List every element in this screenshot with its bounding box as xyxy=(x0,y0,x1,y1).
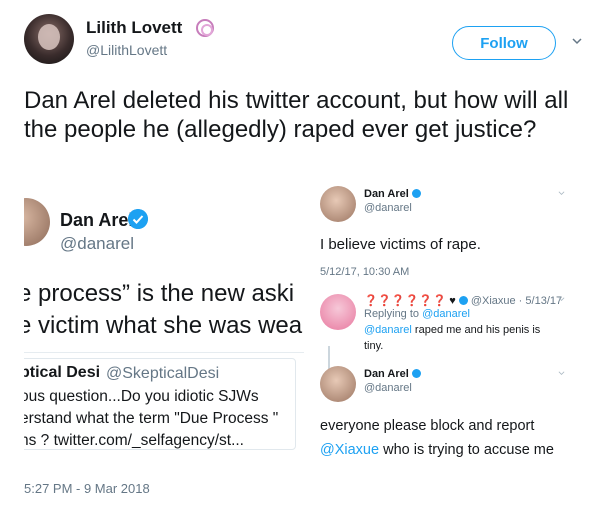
reply-text-line: tiny. xyxy=(364,340,384,352)
screenshot-handle: @danarel xyxy=(60,234,134,253)
verified-icon xyxy=(411,189,421,198)
screenshot-tweet-text: I believe victims of rape. xyxy=(320,236,481,253)
quoted-text-line: erstand what the term "Due Process " xyxy=(24,410,279,427)
quoted-handle: @SkepticalDesi xyxy=(106,365,220,382)
chevron-down-icon xyxy=(558,297,565,301)
tweet-text: Dan Arel deleted his twitter account, bu… xyxy=(24,87,569,143)
screenshot-handle: @danarel xyxy=(364,202,412,214)
screenshot-left[interactable]: Dan Arel @danarel e process” is the new … xyxy=(24,184,304,464)
quoted-text-line: ous question...Do you idiotic SJWs xyxy=(24,388,259,405)
tweet-timestamp[interactable]: 5:27 PM - 9 Mar 2018 xyxy=(24,481,150,496)
screenshot-reply-name: ❓❓❓❓❓❓ ♥ @Xiaxue · 5/13/17 xyxy=(364,295,563,307)
swirl-icon xyxy=(196,19,214,37)
tweet-media[interactable]: Dan Arel @danarel e process” is the new … xyxy=(24,184,574,464)
screenshot-tweet-text: everyone please block and report xyxy=(320,418,535,434)
avatar xyxy=(320,366,356,402)
chevron-down-icon[interactable] xyxy=(572,36,582,46)
quoted-name: ptical Desi xyxy=(24,364,101,381)
quoted-text-line: ns ? twitter.com/_selfagency/st... xyxy=(24,432,244,449)
screenshot-right[interactable]: Dan Arel @danarel I believe victims of r… xyxy=(310,184,574,464)
screenshot-text-line: e victim what she was wea xyxy=(24,312,303,339)
verified-icon xyxy=(458,296,468,305)
replying-to: Replying to @danarel xyxy=(364,308,470,320)
thread-line xyxy=(328,346,330,370)
screenshot-handle: @danarel xyxy=(364,382,412,394)
verified-icon xyxy=(128,209,148,229)
screenshot-tweet-text: @Xiaxue who is trying to accuse me xyxy=(320,442,554,458)
author-handle[interactable]: @LilithLovett xyxy=(86,42,167,58)
author-avatar[interactable] xyxy=(24,14,74,64)
verified-icon xyxy=(411,369,421,378)
screenshot-text-line: e process” is the new aski xyxy=(24,280,295,307)
chevron-down-icon xyxy=(558,371,565,375)
reply-text-line: @danarel raped me and his penis is xyxy=(364,324,541,336)
screenshot-name: Dan Arel xyxy=(364,188,421,200)
screenshot-name: Dan Arel xyxy=(364,368,421,380)
follow-button[interactable]: Follow xyxy=(452,26,556,60)
chevron-down-icon xyxy=(558,191,565,195)
screenshot-date: 5/12/17, 10:30 AM xyxy=(320,266,410,278)
avatar xyxy=(320,186,356,222)
screenshot-name: Dan Arel xyxy=(60,210,134,230)
avatar xyxy=(24,198,50,246)
avatar xyxy=(320,294,356,330)
author-display-name[interactable]: Lilith Lovett xyxy=(86,18,182,38)
divider xyxy=(24,352,304,353)
